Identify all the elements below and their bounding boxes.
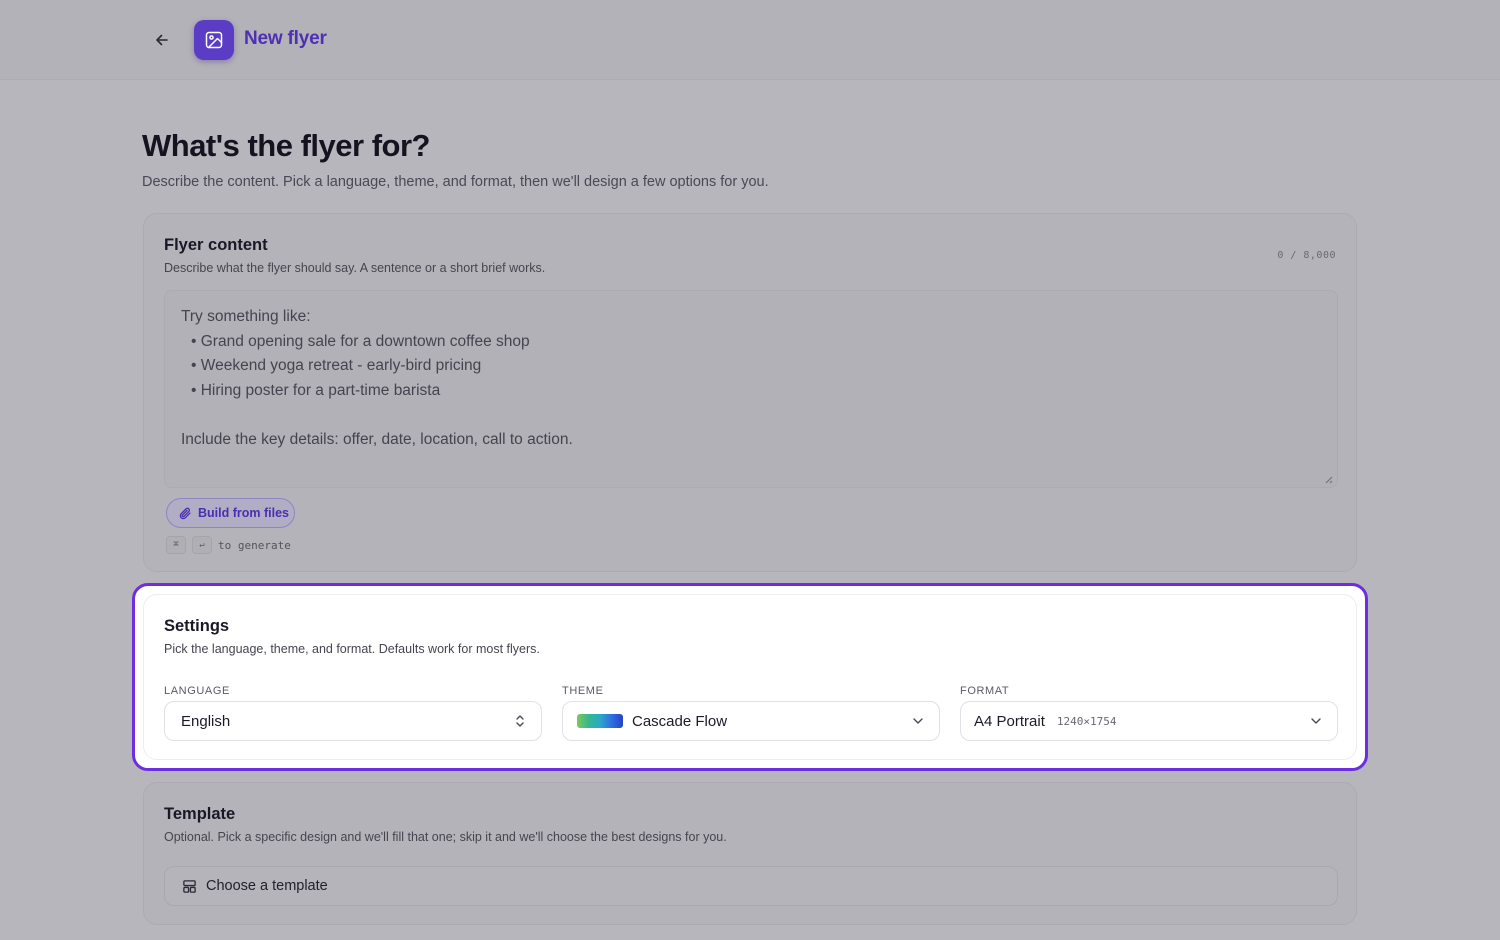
format-label: FORMAT bbox=[960, 685, 1010, 697]
build-from-files-label: Build from files bbox=[198, 506, 289, 520]
template-card: Template Optional. Pick a specific desig… bbox=[143, 782, 1357, 925]
placeholder-example: • Grand opening sale for a downtown coff… bbox=[191, 332, 530, 350]
char-count: 0 / 8,000 bbox=[1277, 250, 1336, 261]
back-button[interactable] bbox=[148, 26, 176, 54]
format-dimensions: 1240×1754 bbox=[1056, 714, 1117, 728]
settings-card: Settings Pick the language, theme, and f… bbox=[143, 594, 1357, 760]
shortcut-label: to generate bbox=[218, 538, 291, 552]
build-from-files-button[interactable]: Build from files bbox=[166, 498, 295, 528]
flyer-content-textarea[interactable]: Try something like: • Grand opening sale… bbox=[164, 290, 1338, 488]
format-value: A4 Portrait bbox=[974, 712, 1045, 730]
placeholder-outro: Include the key details: offer, date, lo… bbox=[181, 430, 573, 448]
app-logo bbox=[194, 20, 234, 60]
page-title: What's the flyer for? bbox=[142, 128, 430, 163]
flyer-content-title: Flyer content bbox=[164, 236, 268, 254]
choose-template-label: Choose a template bbox=[206, 878, 328, 894]
placeholder-example: • Hiring poster for a part-time barista bbox=[191, 381, 441, 399]
language-label: LANGUAGE bbox=[164, 685, 230, 697]
theme-swatch bbox=[577, 714, 623, 728]
chevron-down-icon bbox=[913, 718, 923, 724]
chevron-up-down-icon bbox=[516, 715, 524, 727]
chevron-down-icon bbox=[1311, 718, 1321, 724]
command-key: ⌘ bbox=[166, 536, 186, 554]
image-icon bbox=[205, 31, 223, 49]
app-title: New flyer bbox=[244, 28, 327, 49]
generate-shortcut-hint: ⌘ ↵ to generate bbox=[166, 536, 291, 554]
theme-select[interactable]: Cascade Flow bbox=[562, 701, 940, 741]
placeholder-intro: Try something like: bbox=[181, 308, 311, 325]
settings-title: Settings bbox=[164, 617, 230, 635]
resize-handle-icon[interactable] bbox=[1323, 474, 1333, 484]
arrow-left-icon bbox=[156, 34, 168, 46]
language-select[interactable]: English bbox=[164, 701, 542, 741]
settings-description: Pick the language, theme, and format. De… bbox=[164, 642, 540, 656]
top-bar: New flyer bbox=[0, 0, 1500, 80]
placeholder-example: • Weekend yoga retreat - early-bird pric… bbox=[191, 357, 482, 374]
flyer-content-description: Describe what the flyer should say. A se… bbox=[164, 261, 546, 275]
template-title: Template bbox=[164, 805, 236, 823]
paperclip-icon bbox=[179, 507, 191, 519]
layout-template-icon bbox=[183, 879, 196, 893]
theme-label: THEME bbox=[562, 685, 604, 697]
template-description: Optional. Pick a specific design and we'… bbox=[164, 830, 727, 844]
theme-value: Cascade Flow bbox=[632, 712, 728, 730]
enter-key: ↵ bbox=[192, 536, 212, 554]
language-value: English bbox=[181, 712, 231, 730]
choose-template-button[interactable]: Choose a template bbox=[164, 866, 1338, 906]
format-select[interactable]: A4 Portrait 1240×1754 bbox=[960, 701, 1338, 741]
flyer-content-card: Flyer content Describe what the flyer sh… bbox=[143, 213, 1357, 572]
page-subtitle: Describe the content. Pick a language, t… bbox=[142, 174, 769, 190]
